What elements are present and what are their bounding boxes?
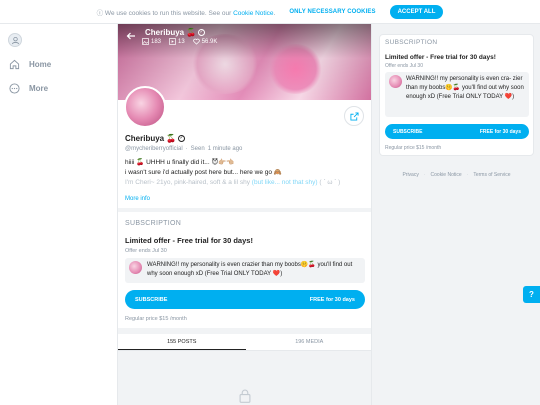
lock-icon	[239, 389, 251, 403]
last-seen-label: Seen	[190, 146, 205, 152]
subscription-heading: SUBSCRIPTION	[125, 220, 182, 227]
more-info-link[interactable]: More info	[125, 196, 150, 202]
terms-link[interactable]: Terms of Service	[473, 172, 510, 178]
locked-content	[118, 351, 371, 405]
profile-handle-row: @mycheriberryofficial · Seen 1 minute ag…	[125, 146, 243, 152]
home-icon	[8, 58, 20, 70]
subscription-card: SUBSCRIPTION Limited offer - Free trial …	[379, 34, 534, 156]
subscription-message: WARNING!! my personality is even crazier…	[125, 258, 365, 283]
cookie-text: ⓘ We use cookies to run this website. Se…	[96, 9, 276, 17]
cookie-notice-footer-link[interactable]: Cookie Notice	[431, 172, 462, 178]
regular-price: Regular price $15 /month	[125, 316, 187, 322]
nav-item-home[interactable]: Home	[8, 58, 51, 70]
profile-stats: 183 13 56.9K	[142, 38, 217, 45]
stat-videos: 13	[169, 38, 185, 45]
profile-avatar[interactable]	[124, 86, 166, 128]
only-necessary-cookies-button[interactable]: ONLY NECESSARY COOKIES	[281, 5, 383, 19]
offer-ends: Offer ends Jul 30	[125, 248, 167, 254]
content-tabs: 155 POSTS 196 MEDIA	[118, 334, 372, 351]
last-seen-time: 1 minute ago	[207, 146, 243, 152]
stat-likes: 56.9K	[192, 38, 217, 45]
card-subscription-heading: SUBSCRIPTION	[385, 39, 438, 46]
card-message-avatar	[389, 75, 402, 88]
offer-title: Limited offer - Free trial for 30 days!	[125, 236, 253, 245]
profile-handle: @mycheriberryofficial	[125, 146, 183, 152]
header-name: Cheribuya 🍒 ✓	[145, 27, 206, 37]
left-sidebar: Home More	[0, 24, 117, 405]
cookie-banner: ⓘ We use cookies to run this website. Se…	[0, 0, 540, 24]
accept-all-cookies-button[interactable]: ACCEPT ALL	[389, 4, 444, 19]
more-dots-icon	[8, 82, 20, 94]
cover-hair	[268, 44, 323, 94]
tab-posts[interactable]: 155 POSTS	[118, 334, 246, 350]
card-subscribe-button[interactable]: SUBSCRIBE FREE for 30 days	[385, 124, 529, 139]
share-button[interactable]	[344, 106, 364, 126]
nav-more-label: More	[29, 83, 49, 93]
section-divider	[118, 208, 371, 212]
nav-item-more[interactable]: More	[8, 82, 48, 94]
card-offer-title: Limited offer - Free trial for 30 days!	[385, 54, 496, 61]
subscribe-button[interactable]: SUBSCRIBE FREE for 30 days	[125, 290, 365, 309]
image-icon	[142, 38, 149, 45]
profile-name: Cheribuya 🍒 ✓	[125, 134, 186, 143]
heart-icon	[192, 38, 200, 45]
message-avatar	[129, 261, 142, 274]
profile-bio: hiiii 🍒 UHHH u finally did it... 😈👉🏼👈🏼 i…	[125, 159, 341, 186]
help-button[interactable]: ?	[523, 286, 540, 303]
card-regular-price: Regular price $15 /month	[385, 145, 442, 151]
privacy-link[interactable]: Privacy	[402, 172, 418, 178]
verified-badge-icon: ✓	[178, 135, 186, 142]
help-icon: ?	[529, 290, 534, 299]
stat-photos: 183	[142, 38, 161, 45]
video-icon	[169, 38, 176, 45]
card-message: WARNING!! my personality is even cra- zi…	[385, 72, 529, 117]
footer-links: Privacy · Cookie Notice · Terms of Servi…	[402, 172, 511, 178]
verified-icon: ✓	[198, 28, 206, 36]
cookie-notice-link[interactable]: Cookie Notice	[233, 10, 273, 17]
nav-home-label: Home	[29, 59, 52, 69]
user-icon	[11, 36, 19, 44]
share-icon	[349, 111, 359, 121]
card-offer-ends: Offer ends Jul 30	[385, 63, 423, 69]
cookie-info-icon: ⓘ	[96, 9, 104, 17]
tab-media[interactable]: 196 MEDIA	[246, 334, 372, 350]
user-avatar[interactable]	[8, 33, 22, 47]
back-arrow-icon[interactable]	[126, 31, 136, 41]
profile-column: Cheribuya 🍒 ✓ 183 13 56.9K Cheribuya 🍒 ✓…	[117, 24, 372, 405]
